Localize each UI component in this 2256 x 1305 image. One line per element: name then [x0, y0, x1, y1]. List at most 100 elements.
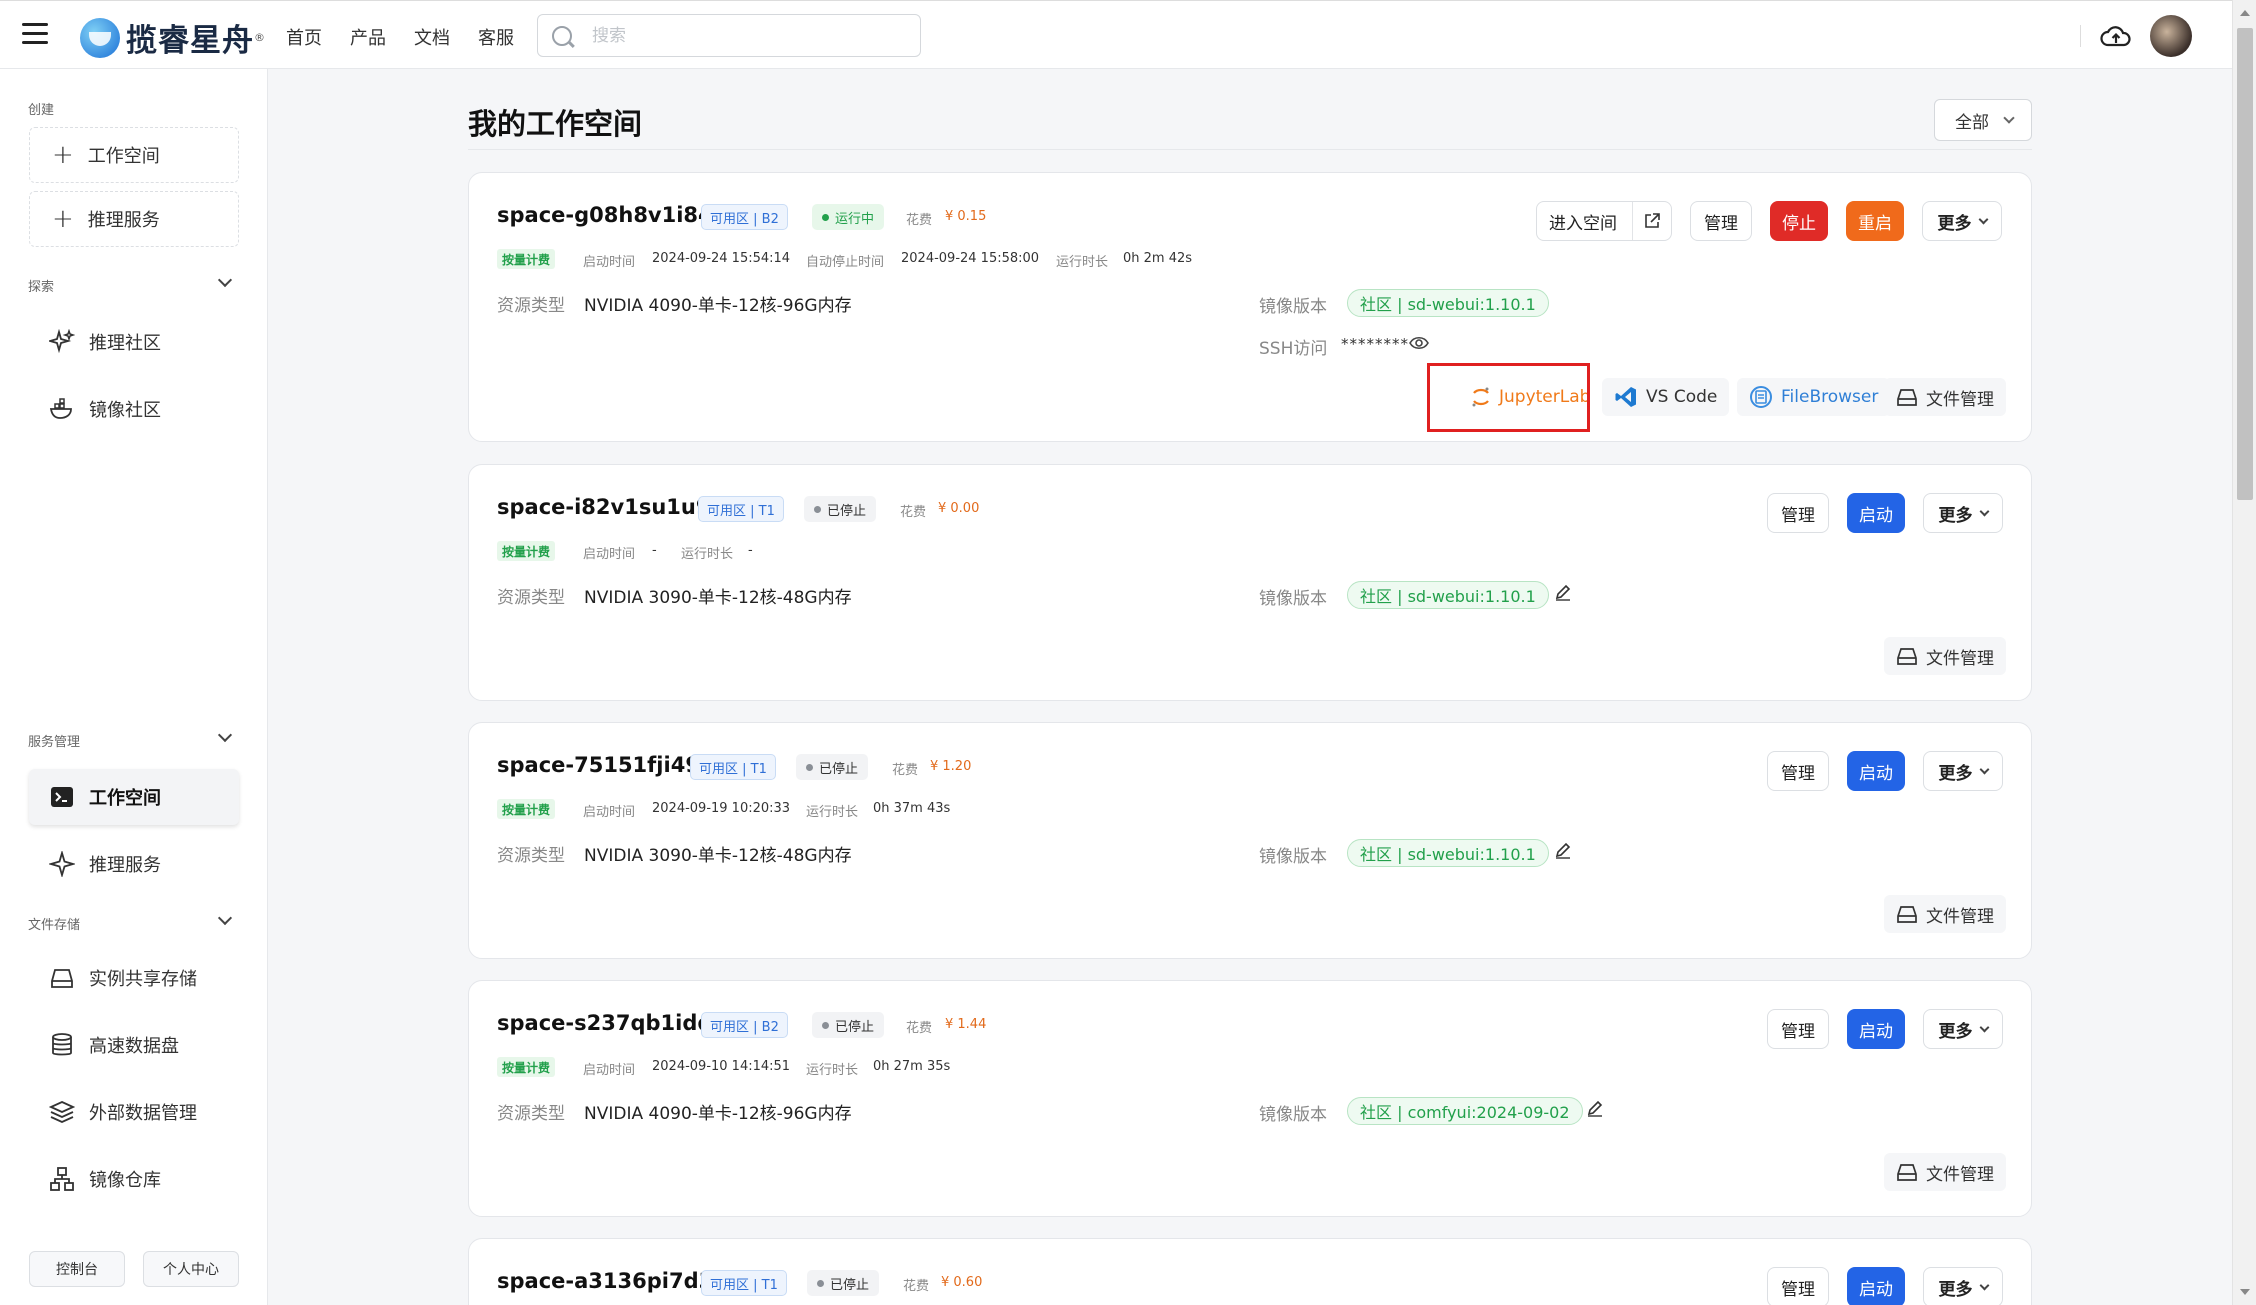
image-label: 镜像版本 — [1259, 297, 1327, 317]
hard-drive-icon — [1897, 1164, 1917, 1181]
more-button[interactable]: 更多 — [1923, 751, 2003, 791]
top-bar: 揽睿星舟 ® 首页 产品 文档 客服 — [0, 0, 2232, 69]
resource-label: 资源类型 — [497, 588, 565, 608]
resource-label: 资源类型 — [497, 846, 565, 866]
file-management-button[interactable]: 文件管理 — [1884, 378, 2006, 416]
more-button[interactable]: 更多 — [1923, 493, 2003, 533]
nav-home[interactable]: 首页 — [286, 24, 322, 50]
workspace-name: space-i82v1su1u9 — [497, 495, 711, 519]
image-label: 镜像版本 — [1259, 847, 1327, 867]
page-scrollbar[interactable] — [2232, 0, 2256, 1305]
layers-icon — [49, 1099, 75, 1125]
search-icon — [552, 26, 572, 46]
sidebar-item-image-registry[interactable]: 镜像仓库 — [29, 1151, 239, 1207]
manage-button[interactable]: 管理 — [1767, 1009, 1829, 1049]
chevron-down-icon — [1978, 214, 1988, 224]
sidebar-item-label: 外部数据管理 — [89, 1103, 197, 1124]
logo[interactable]: 揽睿星舟 ® — [80, 15, 265, 60]
billing-tag: 按量计费 — [497, 1057, 556, 1077]
create-inference-button[interactable]: + 推理服务 — [29, 191, 239, 247]
status-label: 运行中 — [835, 211, 875, 227]
vscode-button[interactable]: VS Code — [1602, 378, 1730, 416]
profile-button[interactable]: 个人中心 — [143, 1251, 239, 1287]
manage-button[interactable]: 管理 — [1690, 201, 1752, 241]
sidebar-item-shared-storage[interactable]: 实例共享存储 — [29, 950, 239, 1006]
explore-collapse-chevron-icon[interactable] — [217, 272, 233, 288]
fee-label: 花费 — [906, 213, 933, 228]
image-tag: 社区 | sd-webui:1.10.1 — [1347, 581, 1549, 609]
service-collapse-chevron-icon[interactable] — [217, 727, 233, 743]
file-management-button[interactable]: 文件管理 — [1884, 1153, 2006, 1191]
manage-button[interactable]: 管理 — [1767, 493, 1829, 533]
edit-icon[interactable] — [1586, 1099, 1604, 1117]
database-icon — [49, 1032, 75, 1058]
image-label: 镜像版本 — [1259, 1105, 1327, 1125]
status-label: 已停止 — [830, 1277, 870, 1293]
search-input[interactable] — [592, 23, 892, 49]
create-workspace-button[interactable]: + 工作空间 — [29, 127, 239, 183]
file-management-label: 文件管理 — [1926, 906, 1994, 927]
more-button[interactable]: 更多 — [1922, 201, 2002, 241]
sidebar-item-inference-community[interactable]: 推理社区 — [29, 314, 239, 370]
chevron-down-icon — [1979, 1022, 1989, 1032]
restart-button[interactable]: 重启 — [1846, 201, 1904, 241]
sidebar-item-image-community[interactable]: 镜像社区 — [29, 381, 239, 437]
start-time-value: 2024-09-10 14:14:51 — [652, 1059, 791, 1074]
logo-mark-icon — [80, 17, 120, 58]
start-button[interactable]: 启动 — [1847, 1267, 1905, 1305]
edit-icon[interactable] — [1554, 841, 1572, 859]
status-badge: 已停止 — [812, 1012, 885, 1038]
sidebar-item-label: 工作空间 — [89, 788, 161, 809]
run-time-label: 运行时长 — [806, 1063, 859, 1078]
start-time-value: 2024-09-24 15:54:14 — [652, 251, 791, 266]
run-time-label: 运行时长 — [1056, 255, 1109, 270]
filebrowser-button[interactable]: FileBrowser — [1737, 378, 1891, 416]
sidebar-item-external-data[interactable]: 外部数据管理 — [29, 1084, 239, 1140]
nav-products[interactable]: 产品 — [350, 24, 386, 50]
scroll-up-arrow-icon[interactable] — [2240, 10, 2250, 16]
terminal-icon — [49, 784, 75, 810]
menu-toggle-icon[interactable] — [22, 23, 48, 47]
manage-button[interactable]: 管理 — [1767, 1267, 1829, 1305]
section-title-service: 服务管理 — [28, 735, 81, 750]
enter-space-button[interactable]: 进入空间 — [1536, 201, 1672, 241]
fee-label: 花费 — [900, 505, 927, 520]
sidebar-item-label: 高速数据盘 — [89, 1036, 179, 1057]
user-avatar[interactable] — [2150, 15, 2192, 57]
start-button[interactable]: 启动 — [1847, 493, 1905, 533]
start-time-label: 启动时间 — [583, 1063, 636, 1078]
scroll-thumb[interactable] — [2237, 28, 2253, 500]
nav-support[interactable]: 客服 — [478, 24, 514, 50]
search-box[interactable] — [537, 14, 921, 57]
file-management-button[interactable]: 文件管理 — [1884, 637, 2006, 675]
image-tag: 社区 | sd-webui:1.10.1 — [1347, 289, 1549, 317]
file-management-button[interactable]: 文件管理 — [1884, 895, 2006, 933]
status-filter-select[interactable]: 全部 — [1934, 99, 2032, 141]
scroll-down-arrow-icon[interactable] — [2240, 1289, 2250, 1295]
sidebar-item-fast-disk[interactable]: 高速数据盘 — [29, 1017, 239, 1073]
run-time-label: 运行时长 — [681, 547, 734, 562]
sidebar-item-workspace[interactable]: 工作空间 — [29, 769, 239, 825]
status-badge: 已停止 — [796, 754, 869, 780]
console-button[interactable]: 控制台 — [29, 1251, 125, 1287]
sparkles-icon — [49, 329, 75, 355]
start-button[interactable]: 启动 — [1847, 751, 1905, 791]
edit-icon[interactable] — [1554, 583, 1572, 601]
stop-button[interactable]: 停止 — [1770, 201, 1828, 241]
storage-collapse-chevron-icon[interactable] — [217, 910, 233, 926]
image-tag: 社区 | sd-webui:1.10.1 — [1347, 839, 1549, 867]
eye-icon[interactable] — [1409, 334, 1429, 352]
cloud-upload-icon[interactable] — [2100, 21, 2132, 51]
logo-registered-mark: ® — [254, 31, 265, 44]
workspace-name: space-s237qb1idd — [497, 1011, 713, 1035]
nav-docs[interactable]: 文档 — [414, 24, 450, 50]
auto-stop-label: 自动停止时间 — [806, 255, 885, 270]
status-label: 已停止 — [827, 503, 867, 519]
start-button[interactable]: 启动 — [1847, 1009, 1905, 1049]
more-button[interactable]: 更多 — [1923, 1009, 2003, 1049]
manage-button[interactable]: 管理 — [1767, 751, 1829, 791]
more-button[interactable]: 更多 — [1923, 1267, 2003, 1305]
fee-label: 花费 — [892, 763, 919, 778]
sidebar-item-inference-service[interactable]: 推理服务 — [29, 836, 239, 892]
status-dot-icon — [822, 1021, 829, 1029]
